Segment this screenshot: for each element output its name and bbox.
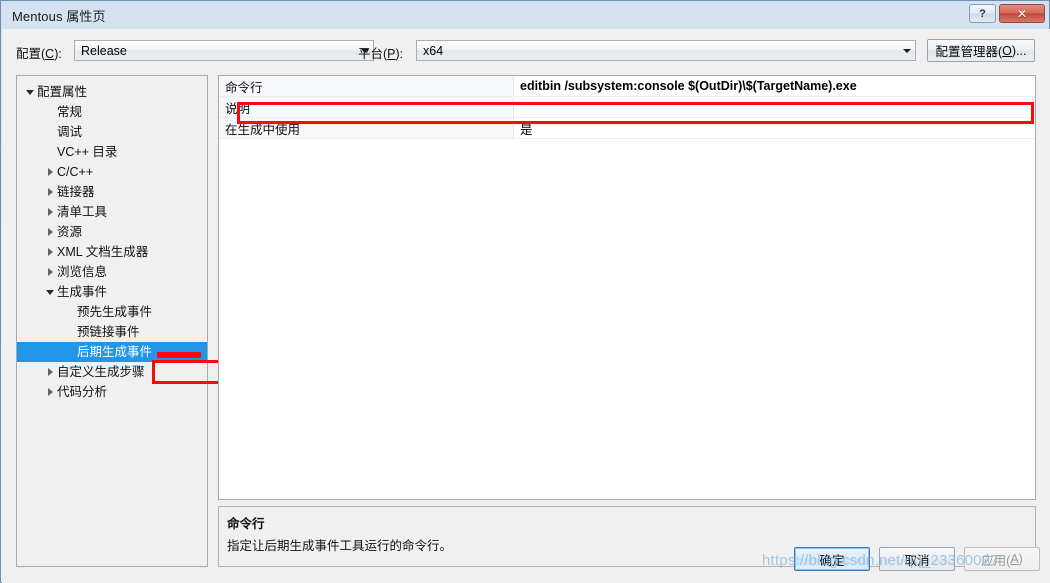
tree-item-7[interactable]: 资源 [17, 222, 207, 242]
tree-item-label: 代码分析 [57, 384, 108, 399]
description-title: 命令行 [227, 517, 265, 531]
tree-item-label: 清单工具 [57, 204, 108, 219]
property-row[interactable]: 说明 [219, 97, 1035, 118]
close-icon: ✕ [1016, 6, 1028, 21]
configuration-label-pre: 配置( [16, 47, 46, 61]
platform-label-pre: 平台( [358, 47, 388, 61]
configuration-toolbar: 配置(C): Release 平台(P): x64 配置管理器(O)... [2, 29, 1050, 73]
configuration-label: 配置(C): [16, 43, 62, 62]
configuration-combobox[interactable]: Release [74, 40, 374, 61]
chevron-right-icon[interactable] [43, 388, 57, 396]
apply-label-post: ) [1018, 552, 1023, 566]
tree-item-5[interactable]: 链接器 [17, 182, 207, 202]
tree-item-6[interactable]: 清单工具 [17, 202, 207, 222]
tree-item-label: 浏览信息 [57, 264, 108, 279]
chevron-right-icon[interactable] [43, 208, 57, 216]
help-button[interactable]: ? [969, 4, 996, 23]
tree-item-3[interactable]: VC++ 目录 [17, 142, 207, 162]
tree-item-label: 配置属性 [37, 84, 88, 99]
question-mark-icon: ? [979, 7, 986, 20]
property-row[interactable]: 在生成中使用是 [219, 118, 1035, 139]
configuration-label-post: ): [54, 47, 62, 61]
apply-button[interactable]: 应用(A) [964, 547, 1040, 571]
platform-combobox[interactable]: x64 [416, 40, 916, 61]
configuration-value: Release [81, 43, 127, 58]
tree-item-label: 调试 [57, 124, 83, 139]
tree-item-8[interactable]: XML 文档生成器 [17, 242, 207, 262]
window-title: Mentous 属性页 [12, 9, 106, 24]
tree-item-12[interactable]: 预链接事件 [17, 322, 207, 342]
dialog-client-area: 配置(C): Release 平台(P): x64 配置管理器(O)... 配… [2, 29, 1050, 583]
configuration-label-key: C [45, 47, 55, 61]
chevron-down-icon[interactable] [23, 89, 37, 95]
tree-item-label: 自定义生成步骤 [57, 364, 145, 379]
tree-item-label: 预链接事件 [77, 324, 140, 339]
ok-button[interactable]: 确定 [794, 547, 870, 571]
platform-label: 平台(P): [358, 43, 403, 62]
configuration-manager-button[interactable]: 配置管理器(O)... [927, 39, 1035, 62]
tree-item-4[interactable]: C/C++ [17, 162, 207, 182]
close-button[interactable]: ✕ [999, 4, 1045, 23]
config-manager-label-post: )... [1011, 43, 1027, 58]
platform-label-key: P [387, 47, 396, 61]
chevron-right-icon[interactable] [43, 248, 57, 256]
apply-label-key: A [1010, 552, 1019, 566]
tree-item-label: 预先生成事件 [77, 304, 153, 319]
cancel-button-label: 取消 [904, 553, 930, 568]
property-value[interactable] [514, 97, 1035, 117]
property-grid-panel: 命令行 editbin /subsystem:console $(OutDir)\… [218, 75, 1036, 500]
tree-item-13[interactable]: 后期生成事件 [17, 342, 207, 362]
tree-item-10[interactable]: 生成事件 [17, 282, 207, 302]
chevron-down-icon[interactable] [898, 41, 915, 60]
window-controls: ? ✕ [969, 4, 1045, 23]
chevron-right-icon[interactable] [43, 368, 57, 376]
tree-item-label: XML 文档生成器 [57, 244, 149, 259]
tree-item-15[interactable]: 代码分析 [17, 382, 207, 402]
tree-item-label: 常规 [57, 104, 83, 119]
tree-item-14[interactable]: 自定义生成步骤 [17, 362, 207, 382]
chevron-right-icon[interactable] [43, 168, 57, 176]
cancel-button[interactable]: 取消 [879, 547, 955, 571]
tree-item-0[interactable]: 配置属性 [17, 82, 207, 102]
config-manager-label-key: O [1002, 43, 1012, 58]
tree-item-label: 生成事件 [57, 284, 108, 299]
config-manager-label-pre: 配置管理器( [935, 45, 1003, 59]
title-bar: Mentous 属性页 ? ✕ [1, 1, 1049, 29]
dialog-footer: 确定 取消 应用(A) [794, 547, 1040, 571]
chevron-right-icon[interactable] [43, 188, 57, 196]
property-name: 说明 [219, 97, 514, 117]
tree-item-label: C/C++ [57, 164, 94, 179]
tree-item-label: 资源 [57, 224, 83, 239]
tree-item-label: 链接器 [57, 184, 95, 199]
chevron-right-icon[interactable] [43, 228, 57, 236]
property-tree[interactable]: 配置属性常规调试 VC++ 目录 C/C++ 链接器清单工具资源 XML 文档生成器 浏览… [17, 76, 207, 402]
tree-item-1[interactable]: 常规 [17, 102, 207, 122]
dialog-window: Mentous 属性页 ? ✕ 配置(C): Release 平台(P): x6… [0, 0, 1050, 583]
property-row[interactable]: 命令行 editbin /subsystem:console $(OutDir)\… [219, 76, 1035, 97]
property-value[interactable]: 是 [514, 118, 1035, 138]
tree-item-label: VC++ 目录 [57, 144, 118, 159]
tree-item-9[interactable]: 浏览信息 [17, 262, 207, 282]
platform-label-post: ): [395, 47, 404, 61]
ok-button-label: 确定 [819, 553, 845, 568]
property-tree-panel: 配置属性常规调试 VC++ 目录 C/C++ 链接器清单工具资源 XML 文档生成器 浏览… [16, 75, 208, 567]
tree-item-label: 后期生成事件 [77, 344, 153, 359]
chevron-right-icon[interactable] [43, 268, 57, 276]
tree-item-11[interactable]: 预先生成事件 [17, 302, 207, 322]
property-value[interactable]: editbin /subsystem:console $(OutDir)\$(T… [514, 76, 1035, 96]
property-name: 命令行 [219, 76, 514, 96]
tree-item-2[interactable]: 调试 [17, 122, 207, 142]
property-pages-dialog: Mentous 属性页 ? ✕ 配置(C): Release 平台(P): x6… [0, 0, 1050, 583]
property-grid[interactable]: 命令行 editbin /subsystem:console $(OutDir)\… [219, 76, 1035, 139]
chevron-down-icon[interactable] [43, 289, 57, 295]
platform-value: x64 [423, 43, 444, 58]
property-name: 在生成中使用 [219, 118, 514, 138]
apply-label-pre: 应用( [981, 553, 1011, 568]
